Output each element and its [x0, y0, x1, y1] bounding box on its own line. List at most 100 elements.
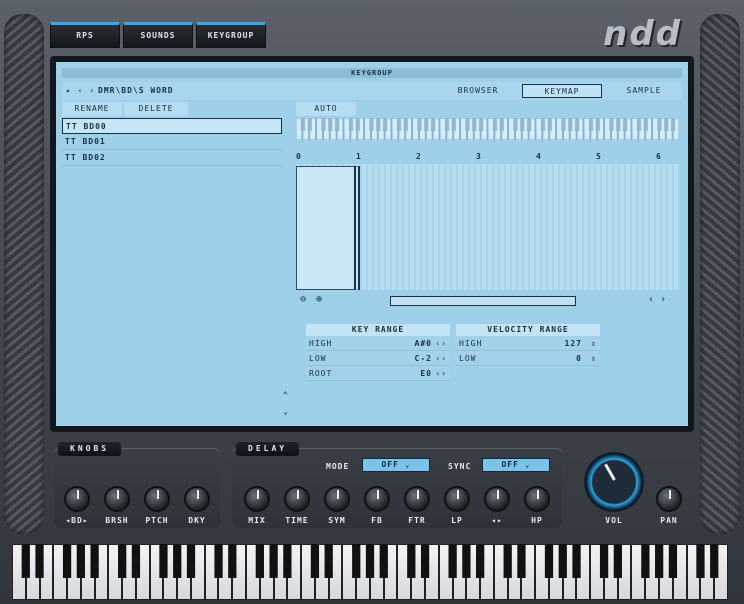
- mini-black-key[interactable]: [424, 118, 429, 131]
- list-scroll-arrows[interactable]: ⌃ ⌄: [280, 388, 292, 420]
- mini-black-key[interactable]: [403, 118, 408, 131]
- black-key[interactable]: [476, 544, 485, 578]
- black-key[interactable]: [21, 544, 30, 578]
- mode-select[interactable]: OFF ⌄: [362, 458, 430, 472]
- tab-keygroup[interactable]: KEYGROUP: [196, 22, 266, 48]
- list-item[interactable]: TT BD01: [62, 134, 282, 150]
- mini-black-key[interactable]: [444, 118, 449, 131]
- up-down-arrows-icon[interactable]: ⇕: [591, 351, 597, 366]
- black-key[interactable]: [118, 544, 127, 578]
- mini-black-key[interactable]: [499, 118, 504, 131]
- black-key[interactable]: [159, 544, 168, 578]
- mini-black-key[interactable]: [300, 118, 305, 131]
- knob-dky[interactable]: [184, 486, 210, 512]
- black-key[interactable]: [90, 544, 99, 578]
- path-nav-arrows[interactable]: ▸ ‹ ›: [66, 82, 95, 100]
- black-key[interactable]: [613, 544, 622, 578]
- auto-button[interactable]: AUTO: [296, 102, 356, 116]
- black-key[interactable]: [352, 544, 361, 578]
- knob-fb[interactable]: [364, 486, 390, 512]
- tab-sounds[interactable]: SOUNDS: [123, 22, 193, 48]
- black-key[interactable]: [517, 544, 526, 578]
- black-key[interactable]: [324, 544, 333, 578]
- black-key[interactable]: [35, 544, 44, 578]
- mini-black-key[interactable]: [396, 118, 401, 131]
- mini-black-key[interactable]: [643, 118, 648, 131]
- range-value[interactable]: 127: [565, 336, 582, 351]
- black-key[interactable]: [173, 544, 182, 578]
- black-key[interactable]: [668, 544, 678, 578]
- rename-button[interactable]: RENAME: [62, 102, 122, 116]
- mini-black-key[interactable]: [664, 118, 669, 131]
- knob-pan-delay[interactable]: [484, 486, 510, 512]
- mini-black-key[interactable]: [335, 118, 340, 131]
- zoom-in-icon[interactable]: ⊕: [316, 294, 323, 305]
- knob-bd[interactable]: [64, 486, 90, 512]
- mini-black-key[interactable]: [616, 118, 621, 131]
- mini-black-key[interactable]: [348, 118, 353, 131]
- mini-black-key[interactable]: [527, 118, 532, 131]
- black-key[interactable]: [228, 544, 237, 578]
- horizontal-scrollbar[interactable]: [390, 296, 576, 306]
- mini-black-key[interactable]: [547, 118, 552, 131]
- sample-button[interactable]: SAMPLE: [604, 84, 684, 98]
- mini-black-key[interactable]: [479, 118, 484, 131]
- scroll-left-right-icon[interactable]: ‹›: [648, 294, 672, 305]
- mini-black-key[interactable]: [609, 118, 614, 131]
- list-item[interactable]: TT BD00: [62, 118, 282, 134]
- black-key[interactable]: [407, 544, 416, 578]
- black-key[interactable]: [641, 544, 650, 578]
- knob-ftr[interactable]: [404, 486, 430, 512]
- mini-black-key[interactable]: [595, 118, 600, 131]
- left-right-arrows-icon[interactable]: ‹›: [435, 366, 447, 381]
- sync-select[interactable]: OFF ⌄: [482, 458, 550, 472]
- knob-ptch[interactable]: [144, 486, 170, 512]
- mini-black-key[interactable]: [431, 118, 436, 131]
- tab-rps[interactable]: RPS: [50, 22, 120, 48]
- black-key[interactable]: [503, 544, 512, 578]
- mini-black-key[interactable]: [575, 118, 580, 131]
- mini-black-key[interactable]: [321, 118, 326, 131]
- mini-black-key[interactable]: [417, 118, 422, 131]
- mini-black-key[interactable]: [520, 118, 525, 131]
- mini-black-key[interactable]: [492, 118, 497, 131]
- keygroup-zone[interactable]: [296, 166, 360, 290]
- keymap-button[interactable]: KEYMAP: [522, 84, 602, 98]
- mini-black-key[interactable]: [376, 118, 381, 131]
- black-key[interactable]: [186, 544, 196, 578]
- black-key[interactable]: [655, 544, 664, 578]
- black-key[interactable]: [544, 544, 554, 578]
- knob-time[interactable]: [284, 486, 310, 512]
- black-key[interactable]: [599, 544, 609, 578]
- black-key[interactable]: [214, 544, 223, 578]
- zoom-out-icon[interactable]: ⊖: [300, 294, 307, 305]
- black-key[interactable]: [696, 544, 705, 578]
- black-key[interactable]: [448, 544, 457, 578]
- black-key[interactable]: [283, 544, 292, 578]
- knob-lp[interactable]: [444, 486, 470, 512]
- list-item[interactable]: TT BD02: [62, 150, 282, 166]
- mini-black-key[interactable]: [513, 118, 518, 131]
- range-value[interactable]: A#0: [415, 336, 432, 351]
- black-key[interactable]: [62, 544, 72, 578]
- mini-black-key[interactable]: [472, 118, 477, 131]
- volume-knob[interactable]: [584, 452, 644, 512]
- pan-knob[interactable]: [656, 486, 682, 512]
- black-key[interactable]: [255, 544, 264, 578]
- black-key[interactable]: [558, 544, 567, 578]
- mini-black-key[interactable]: [623, 118, 628, 131]
- black-key[interactable]: [710, 544, 719, 578]
- knob-brsh[interactable]: [104, 486, 130, 512]
- black-key[interactable]: [76, 544, 85, 578]
- up-down-arrows-icon[interactable]: ⇕: [591, 336, 597, 351]
- mini-black-key[interactable]: [383, 118, 388, 131]
- mini-black-key[interactable]: [561, 118, 566, 131]
- mini-keyboard[interactable]: [296, 118, 680, 140]
- black-key[interactable]: [365, 544, 375, 578]
- mini-black-key[interactable]: [307, 118, 312, 131]
- mini-black-key[interactable]: [657, 118, 662, 131]
- knob-sym[interactable]: [324, 486, 350, 512]
- left-right-arrows-icon[interactable]: ‹›: [435, 336, 447, 351]
- mini-black-key[interactable]: [465, 118, 470, 131]
- mini-black-key[interactable]: [451, 118, 456, 131]
